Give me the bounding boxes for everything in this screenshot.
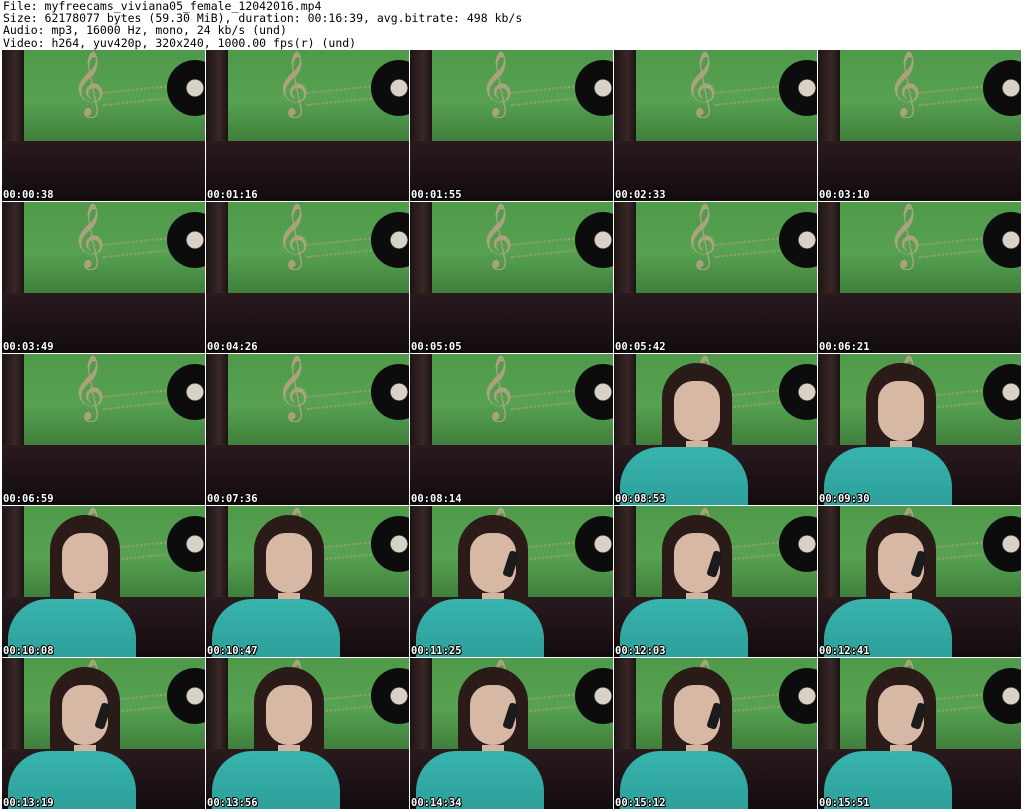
thumbnail-timestamp: 00:03:49	[3, 341, 54, 353]
treble-clef-decal: 𝄞	[684, 203, 718, 268]
thumbnail-timestamp: 00:06:21	[819, 341, 870, 353]
person-figure	[818, 355, 958, 505]
video-thumbnail[interactable]: 𝄞 00:01:55	[410, 50, 613, 201]
video-thumbnail[interactable]: 𝄞 00:15:12	[614, 658, 817, 809]
person-figure	[818, 507, 958, 657]
video-thumbnail[interactable]: 𝄞 00:03:10	[818, 50, 1021, 201]
thumbnail-timestamp: 00:06:59	[3, 493, 54, 505]
video-thumbnail[interactable]: 𝄞 00:08:14	[410, 354, 613, 505]
thumbnail-timestamp: 00:15:51	[819, 797, 870, 809]
person-figure	[410, 507, 550, 657]
video-thumbnail[interactable]: 𝄞 00:01:16	[206, 50, 409, 201]
person-figure	[410, 659, 550, 809]
thumbnail-timestamp: 00:14:34	[411, 797, 462, 809]
thumbnail-timestamp: 00:08:53	[615, 493, 666, 505]
thumbnail-timestamp: 00:03:10	[819, 189, 870, 201]
video-thumbnail[interactable]: 𝄞 00:09:30	[818, 354, 1021, 505]
person-figure	[206, 659, 346, 809]
thumbnail-timestamp: 00:05:42	[615, 341, 666, 353]
person-figure	[206, 507, 346, 657]
video-thumbnail[interactable]: 𝄞 00:03:49	[2, 202, 205, 353]
treble-clef-decal: 𝄞	[72, 355, 106, 420]
video-thumbnail[interactable]: 𝄞 00:10:47	[206, 506, 409, 657]
person-figure	[818, 659, 958, 809]
thumbnail-timestamp: 00:01:16	[207, 189, 258, 201]
video-thumbnail[interactable]: 𝄞 00:14:34	[410, 658, 613, 809]
thumbnail-timestamp: 00:11:25	[411, 645, 462, 657]
treble-clef-decal: 𝄞	[276, 203, 310, 268]
thumbnail-timestamp: 00:13:19	[3, 797, 54, 809]
treble-clef-decal: 𝄞	[480, 355, 514, 420]
file-info-header: File: myfreecams_viviana05_female_120420…	[3, 0, 1021, 50]
person-figure	[614, 507, 754, 657]
video-thumbnail[interactable]: 𝄞 00:04:26	[206, 202, 409, 353]
thumbnail-timestamp: 00:12:41	[819, 645, 870, 657]
thumbnail-timestamp: 00:12:03	[615, 645, 666, 657]
thumbnail-grid: 𝄞 00:00:38 𝄞 00:01:16 𝄞 00:01:55 𝄞 00:02…	[2, 50, 1022, 811]
video-thumbnail[interactable]: 𝄞 00:05:05	[410, 202, 613, 353]
thumbnail-timestamp: 00:00:38	[3, 189, 54, 201]
video-thumbnail[interactable]: 𝄞 00:07:36	[206, 354, 409, 505]
thumbnail-timestamp: 00:08:14	[411, 493, 462, 505]
video-thumbnail[interactable]: 𝄞 00:13:56	[206, 658, 409, 809]
person-figure	[2, 507, 142, 657]
thumbnail-timestamp: 00:07:36	[207, 493, 258, 505]
person-figure	[614, 659, 754, 809]
thumbnail-timestamp: 00:02:33	[615, 189, 666, 201]
thumbnail-timestamp: 00:10:08	[3, 645, 54, 657]
treble-clef-decal: 𝄞	[480, 203, 514, 268]
video-thumbnail[interactable]: 𝄞 00:05:42	[614, 202, 817, 353]
audio-info-line: Audio: mp3, 16000 Hz, mono, 24 kb/s (und…	[3, 23, 287, 38]
treble-clef-decal: 𝄞	[480, 51, 514, 116]
video-thumbnail[interactable]: 𝄞 00:06:21	[818, 202, 1021, 353]
video-thumbnail[interactable]: 𝄞 00:15:51	[818, 658, 1021, 809]
thumbnail-timestamp: 00:04:26	[207, 341, 258, 353]
treble-clef-decal: 𝄞	[276, 355, 310, 420]
video-thumbnail[interactable]: 𝄞 00:12:03	[614, 506, 817, 657]
video-thumbnail[interactable]: 𝄞 00:00:38	[2, 50, 205, 201]
video-thumbnail[interactable]: 𝄞 00:12:41	[818, 506, 1021, 657]
thumbnail-timestamp: 00:09:30	[819, 493, 870, 505]
person-figure	[2, 659, 142, 809]
video-thumbnail[interactable]: 𝄞 00:06:59	[2, 354, 205, 505]
treble-clef-decal: 𝄞	[72, 203, 106, 268]
thumbnail-timestamp: 00:01:55	[411, 189, 462, 201]
thumbnail-timestamp: 00:13:56	[207, 797, 258, 809]
video-thumbnail[interactable]: 𝄞 00:08:53	[614, 354, 817, 505]
treble-clef-decal: 𝄞	[72, 51, 106, 116]
video-thumbnail[interactable]: 𝄞 00:11:25	[410, 506, 613, 657]
video-info-line: Video: h264, yuv420p, 320x240, 1000.00 f…	[3, 35, 357, 50]
treble-clef-decal: 𝄞	[684, 51, 718, 116]
thumbnail-timestamp: 00:15:12	[615, 797, 666, 809]
video-thumbnail[interactable]: 𝄞 00:13:19	[2, 658, 205, 809]
thumbnail-timestamp: 00:05:05	[411, 341, 462, 353]
video-thumbnail[interactable]: 𝄞 00:02:33	[614, 50, 817, 201]
video-thumbnail[interactable]: 𝄞 00:10:08	[2, 506, 205, 657]
treble-clef-decal: 𝄞	[888, 203, 922, 268]
person-figure	[614, 355, 754, 505]
thumbnail-timestamp: 00:10:47	[207, 645, 258, 657]
treble-clef-decal: 𝄞	[276, 51, 310, 116]
treble-clef-decal: 𝄞	[888, 51, 922, 116]
